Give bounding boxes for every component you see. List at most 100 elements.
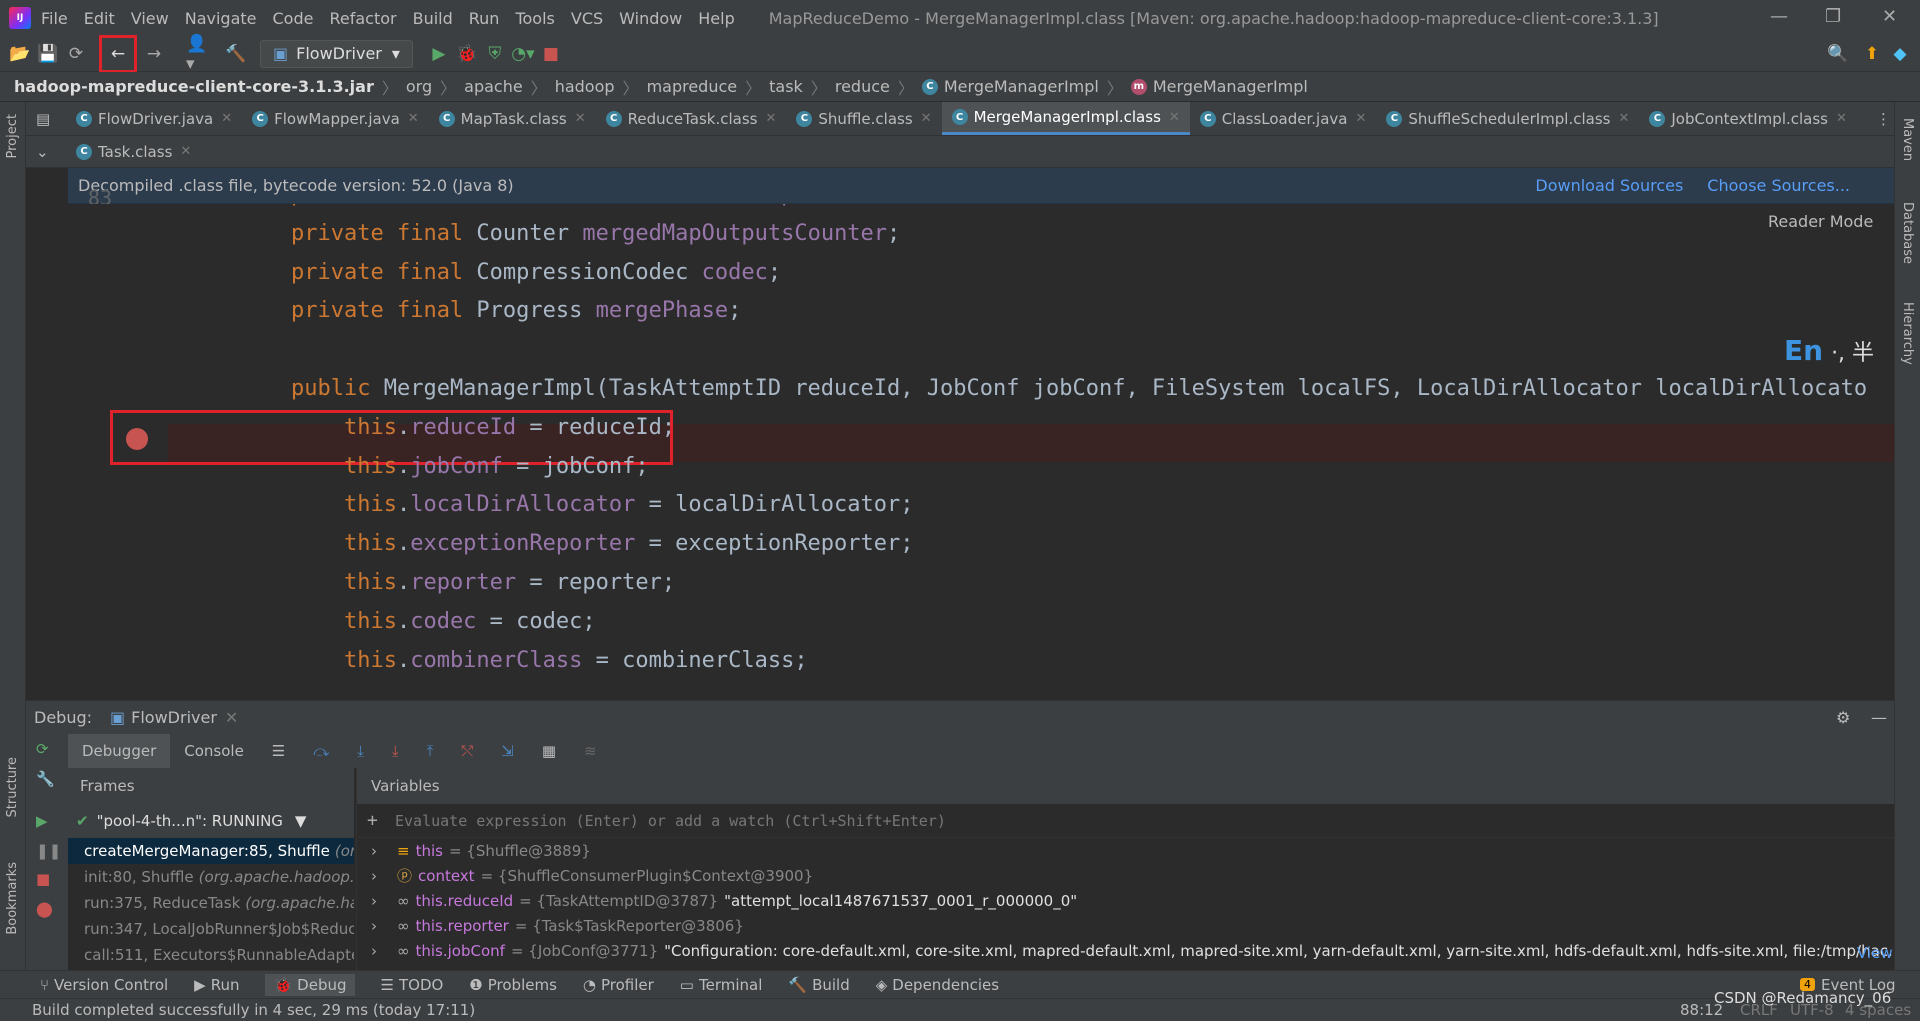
menu-item-build[interactable]: Build bbox=[413, 9, 453, 28]
settings-icon[interactable]: 🔧 bbox=[36, 770, 55, 788]
expand-chevron-icon[interactable]: › bbox=[371, 942, 377, 960]
filter-icon[interactable]: ▼ bbox=[295, 812, 307, 830]
save-icon[interactable]: 💾 bbox=[34, 40, 62, 68]
variable-row[interactable]: › ∞ this.jobConf = {JobConf@3771} "Configura… bbox=[357, 938, 1894, 963]
tool-terminal[interactable]: ▭ Terminal bbox=[680, 976, 763, 994]
hierarchy-tool-button[interactable]: Hierarchy bbox=[1900, 302, 1915, 365]
search-icon[interactable]: 🔍 bbox=[1824, 40, 1852, 68]
breadcrumb-hadoop[interactable]: hadoop bbox=[555, 77, 615, 96]
code-line[interactable]: this.codec = codec; bbox=[238, 609, 596, 634]
minimize-icon[interactable]: — bbox=[1770, 6, 1788, 27]
debug-session-tab[interactable]: FlowDriver bbox=[131, 708, 217, 727]
expand-chevron-icon[interactable]: › bbox=[371, 917, 377, 935]
collapse-icon[interactable]: ⌄ bbox=[26, 136, 66, 167]
menu-item-help[interactable]: Help bbox=[698, 9, 734, 28]
update-icon[interactable]: ⬆ bbox=[1858, 40, 1886, 68]
menu-item-vcs[interactable]: VCS bbox=[571, 9, 603, 28]
breadcrumb-class[interactable]: MergeManagerImpl bbox=[944, 77, 1099, 96]
download-sources-link[interactable]: Download Sources bbox=[1535, 176, 1683, 195]
open-folder-icon[interactable]: 📂 bbox=[6, 40, 34, 68]
variable-row[interactable]: › ⓟ context = {ShuffleConsumerPlugin$Contex… bbox=[357, 863, 1894, 888]
tab-shuffleschedulerimpl-class[interactable]: C ShuffleSchedulerImpl.class ✕ bbox=[1376, 102, 1639, 135]
project-tool-button[interactable]: Project bbox=[5, 114, 20, 158]
tab-flowdriver-java[interactable]: C FlowDriver.java ✕ bbox=[66, 102, 242, 135]
code-line[interactable]: this.combinerClass = combinerClass; bbox=[238, 648, 808, 673]
close-session-icon[interactable]: ✕ bbox=[225, 708, 238, 727]
view-breakpoints-icon[interactable]: ⬤ bbox=[36, 900, 53, 918]
choose-sources-link[interactable]: Choose Sources... bbox=[1707, 176, 1850, 195]
view-value-link[interactable]: View bbox=[1857, 944, 1893, 962]
maven-tool-button[interactable]: Maven bbox=[1900, 118, 1915, 161]
toolbox-icon[interactable]: ◆ bbox=[1886, 40, 1914, 68]
more-tabs-icon[interactable]: ⋮ bbox=[1866, 102, 1901, 135]
breadcrumb-apache[interactable]: apache bbox=[464, 77, 523, 96]
resume-icon[interactable]: ▶ bbox=[36, 812, 48, 830]
menu-item-refactor[interactable]: Refactor bbox=[329, 9, 396, 28]
tool-run[interactable]: ▶ Run bbox=[194, 976, 239, 994]
stack-frame[interactable]: init:80, Shuffle (org.apache.hadoop.m bbox=[68, 864, 354, 890]
database-tool-button[interactable]: Database bbox=[1900, 202, 1915, 264]
stack-frame[interactable]: call:511, Executors$RunnableAdapter bbox=[68, 942, 354, 968]
code-line[interactable]: private final CompressionCodec codec; bbox=[238, 260, 781, 285]
menu-item-code[interactable]: Code bbox=[273, 9, 314, 28]
code-line[interactable]: this.localDirAllocator = localDirAllocat… bbox=[238, 492, 914, 517]
tab-shuffle-class[interactable]: C Shuffle.class ✕ bbox=[786, 102, 941, 135]
menu-item-tools[interactable]: Tools bbox=[515, 9, 554, 28]
close-tab-icon[interactable]: ✕ bbox=[180, 144, 191, 159]
tab-debugger[interactable]: Debugger bbox=[68, 734, 171, 768]
profile-icon[interactable]: ◔▾ bbox=[509, 40, 537, 68]
add-watch-icon[interactable]: + bbox=[367, 810, 378, 831]
close-tab-icon[interactable]: ✕ bbox=[575, 111, 586, 126]
breadcrumb-jar[interactable]: hadoop-mapreduce-client-core-3.1.3.jar bbox=[14, 77, 374, 96]
tool-problems[interactable]: ❶ Problems bbox=[469, 976, 557, 994]
code-line[interactable]: this.reduceId = reduceId; bbox=[238, 415, 675, 440]
expand-chevron-icon[interactable]: › bbox=[371, 892, 377, 910]
settings-gear-icon[interactable]: ⚙ bbox=[1836, 708, 1850, 727]
close-tab-icon[interactable]: ✕ bbox=[1836, 111, 1847, 126]
back-button[interactable]: ← bbox=[99, 34, 137, 73]
tool-profiler[interactable]: ◔ Profiler bbox=[583, 976, 654, 994]
rerun-icon[interactable]: ⟳ bbox=[36, 740, 49, 758]
close-tab-icon[interactable]: ✕ bbox=[765, 111, 776, 126]
tool-dependencies[interactable]: ◈ Dependencies bbox=[876, 976, 999, 994]
stack-frame[interactable]: createMergeManager:85, Shuffle(org bbox=[68, 838, 354, 864]
breadcrumb-reduce[interactable]: reduce bbox=[835, 77, 890, 96]
drop-frame-icon[interactable]: ⤲ bbox=[447, 734, 487, 768]
close-tab-icon[interactable]: ✕ bbox=[921, 111, 932, 126]
force-step-into-icon[interactable]: ⤓ bbox=[378, 734, 413, 768]
tool-version-control[interactable]: ⑂ Version Control bbox=[40, 976, 168, 994]
variable-row[interactable]: › ∞ this.reporter = {Task$TaskReporter@3806… bbox=[357, 913, 1894, 938]
breadcrumb-method[interactable]: MergeManagerImpl bbox=[1153, 77, 1308, 96]
expand-chevron-icon[interactable]: › bbox=[371, 842, 377, 860]
tab-task-class[interactable]: C Task.class ✕ bbox=[66, 136, 201, 167]
variable-row[interactable]: › ∞ this.reduceId = {TaskAttemptID@3787} "at… bbox=[357, 888, 1894, 913]
pause-icon[interactable]: ❚❚ bbox=[36, 842, 61, 860]
code-line[interactable]: this.jobConf = jobConf; bbox=[238, 454, 649, 479]
step-out-icon[interactable]: ⤒ bbox=[413, 734, 448, 768]
close-tab-icon[interactable]: ✕ bbox=[1169, 110, 1180, 125]
tool-todo[interactable]: ☰ TODO bbox=[381, 976, 444, 994]
menu-item-run[interactable]: Run bbox=[469, 9, 500, 28]
breadcrumb-mapreduce[interactable]: mapreduce bbox=[647, 77, 738, 96]
tab-reducetask-class[interactable]: C ReduceTask.class ✕ bbox=[596, 102, 787, 135]
build-hammer-icon[interactable]: 🔨 bbox=[222, 40, 250, 68]
tab-classloader-java[interactable]: C ClassLoader.java ✕ bbox=[1190, 102, 1377, 135]
tab-maptask-class[interactable]: C MapTask.class ✕ bbox=[429, 102, 596, 135]
code-line[interactable]: this.reporter = reporter; bbox=[238, 570, 675, 595]
thread-selector[interactable]: ✔ "pool-4-th...n": RUNNING ▼ bbox=[68, 804, 354, 838]
expand-chevron-icon[interactable]: › bbox=[371, 867, 377, 885]
debug-bug-icon[interactable]: 🐞 bbox=[453, 40, 481, 68]
vcs-user-icon[interactable]: 👤▾ bbox=[186, 34, 214, 74]
close-tab-icon[interactable]: ✕ bbox=[408, 111, 419, 126]
step-into-icon[interactable]: ⤓ bbox=[343, 734, 378, 768]
breadcrumb-task[interactable]: task bbox=[769, 77, 803, 96]
tab-jobcontextimpl-class[interactable]: C JobContextImpl.class ✕ bbox=[1639, 102, 1857, 135]
structure-view-icon[interactable]: ▤ bbox=[26, 102, 66, 135]
menu-icon[interactable]: ☰ bbox=[258, 734, 299, 768]
menu-item-edit[interactable]: Edit bbox=[84, 9, 115, 28]
step-over-icon[interactable]: ⤼ bbox=[299, 734, 343, 768]
run-icon[interactable]: ▶ bbox=[425, 40, 453, 68]
menu-item-window[interactable]: Window bbox=[619, 9, 682, 28]
forward-button[interactable]: → bbox=[140, 40, 168, 68]
stop-debug-icon[interactable]: ■ bbox=[36, 870, 50, 888]
